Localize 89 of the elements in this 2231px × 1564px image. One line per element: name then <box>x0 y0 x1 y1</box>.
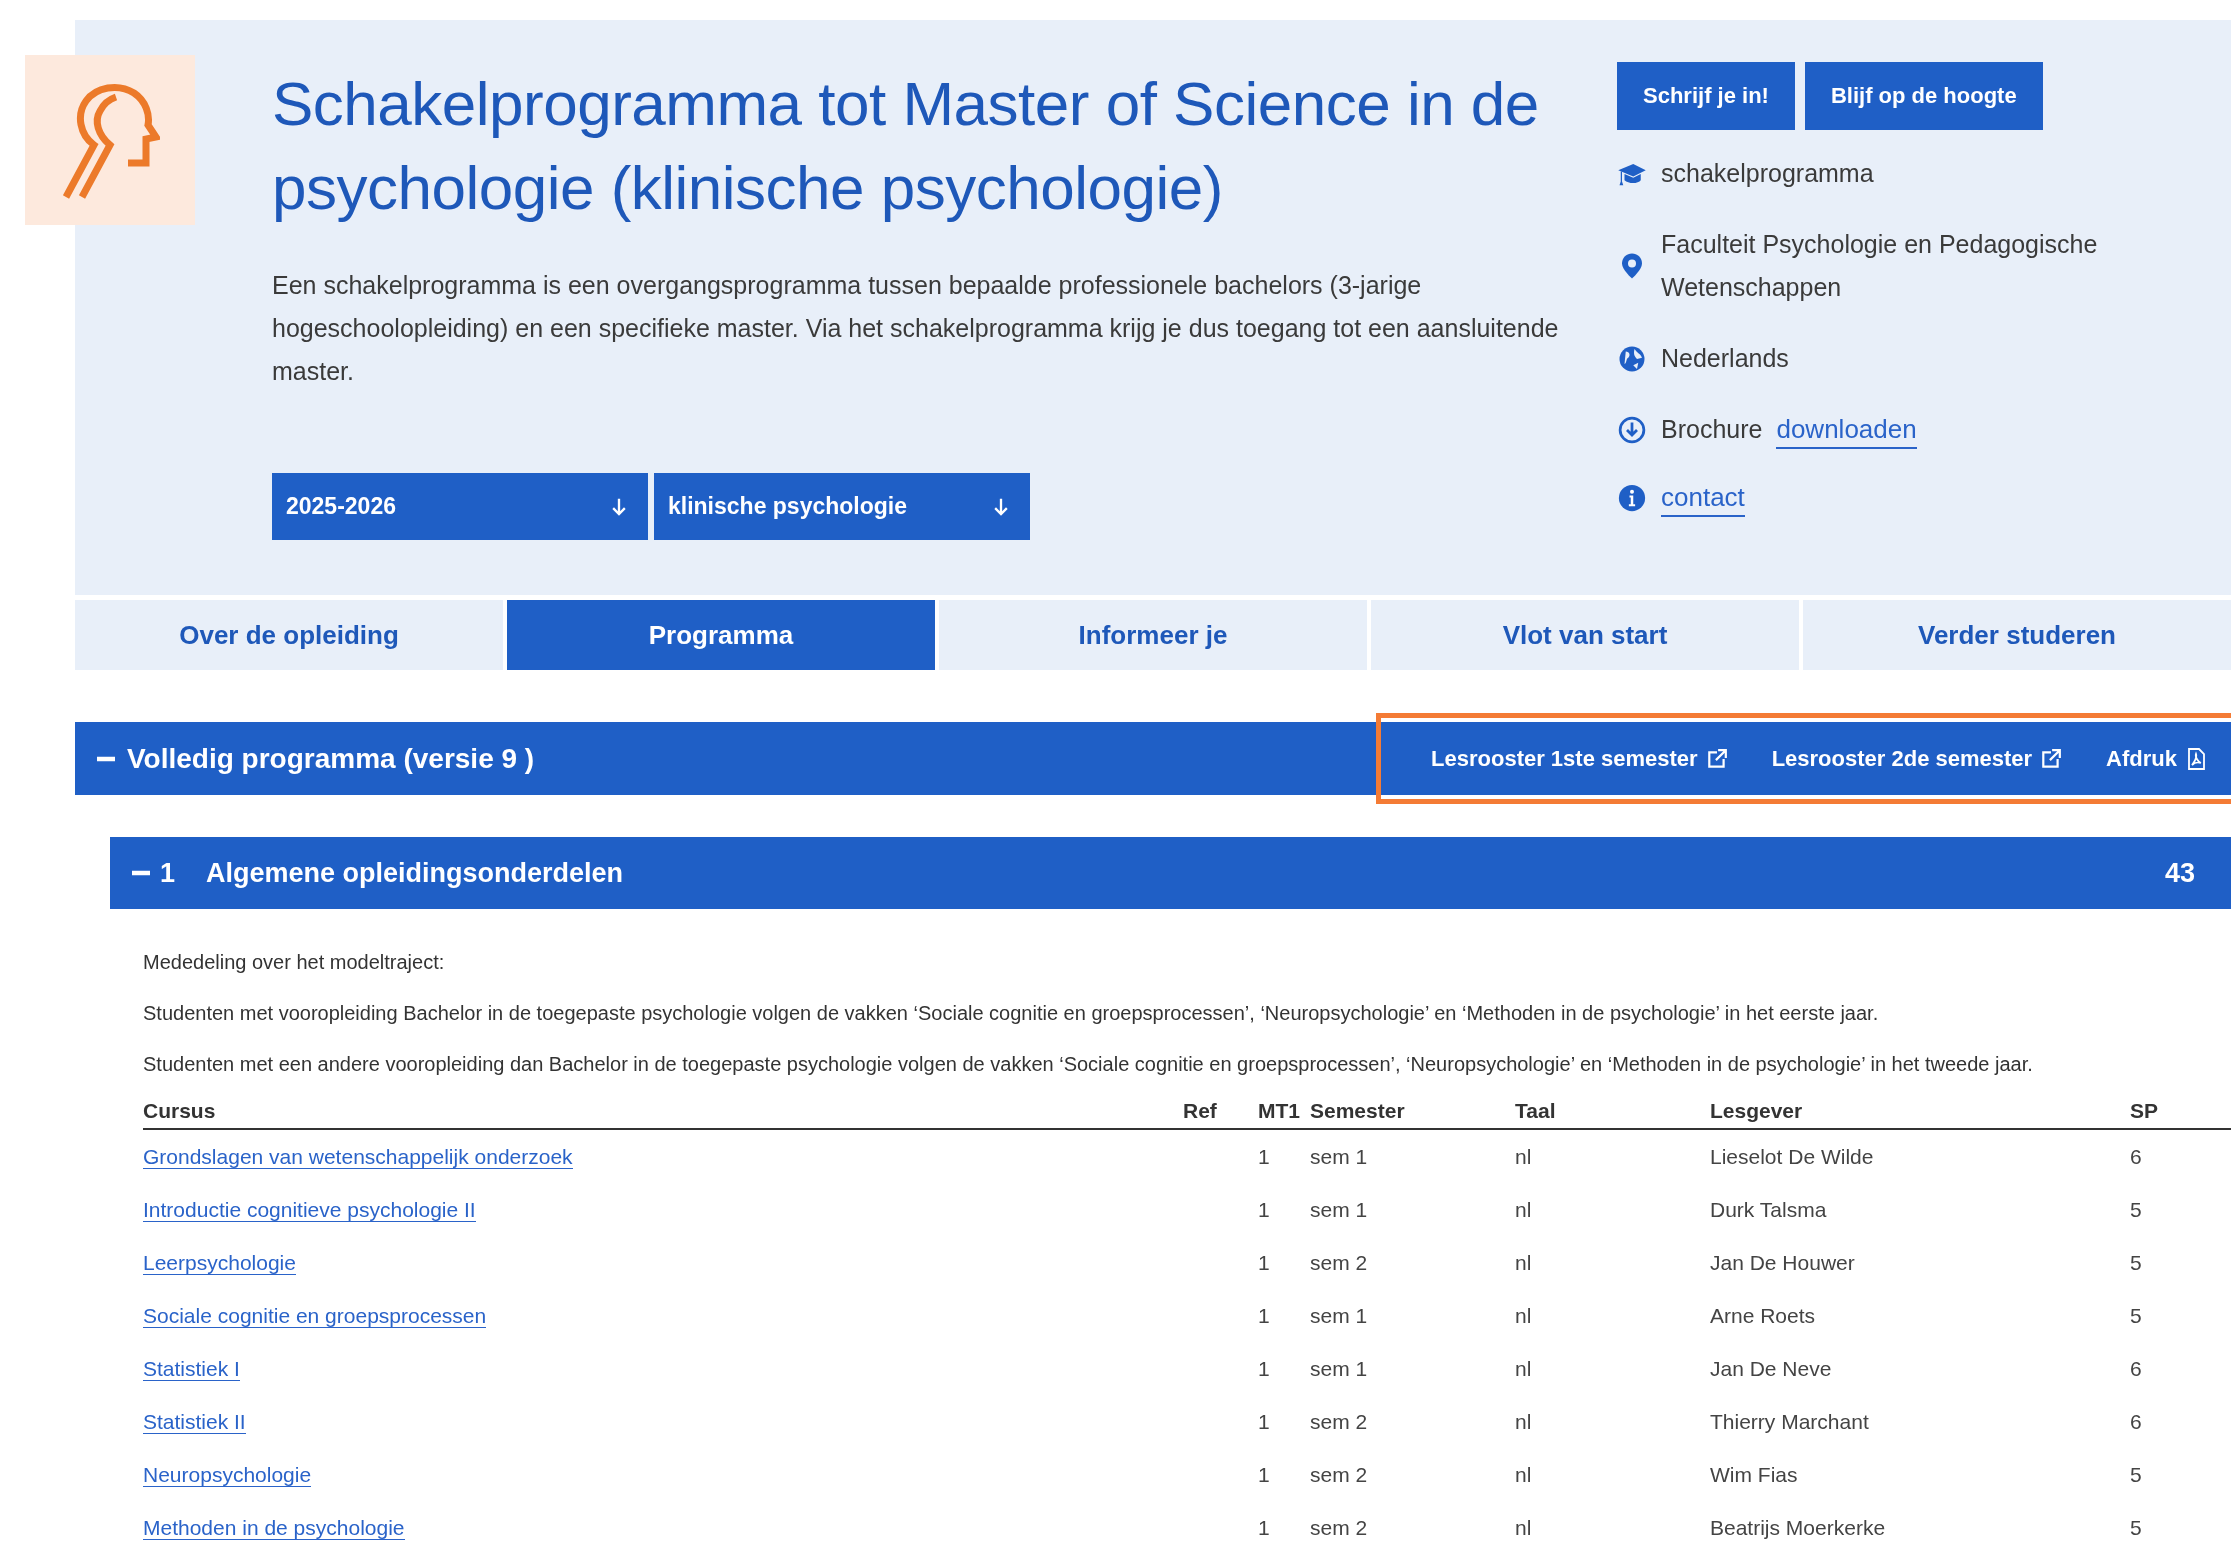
table-cell: 1 <box>1258 1144 1270 1168</box>
table-cell: Durk Talsma <box>1710 1197 1827 1221</box>
table-cell: 5 <box>2130 1462 2142 1486</box>
nav-tab[interactable]: Vlot van start <box>1371 600 1799 670</box>
table-cell: Jan De Neve <box>1710 1356 1832 1380</box>
course-link[interactable]: Statistiek II <box>143 1409 246 1434</box>
column-header: Cursus <box>143 1099 216 1122</box>
download-icon <box>1617 414 1647 445</box>
table-cell: 5 <box>2130 1303 2142 1327</box>
action-button[interactable]: Schrijf je in! <box>1617 62 1795 130</box>
course-link[interactable]: Methoden in de psychologie <box>143 1515 405 1540</box>
nav-tab[interactable]: Programma <box>507 600 935 670</box>
table-cell: 6 <box>2130 1144 2142 1168</box>
down-arrow-icon <box>994 496 1008 517</box>
table-cell: nl <box>1515 1303 1532 1327</box>
table-cell: 1 <box>1258 1250 1270 1274</box>
page-title: Schakelprogramma tot Master of Science in de psychologie (klinische psychologie) <box>272 68 1540 224</box>
course-link[interactable]: Statistiek I <box>143 1356 240 1381</box>
nav-tab[interactable]: Informeer je <box>939 600 1367 670</box>
info-link[interactable]: downloaden <box>1776 410 1917 449</box>
external-link-icon <box>2040 747 2063 770</box>
table-cell: sem 1 <box>1310 1144 1368 1168</box>
schedule-link[interactable]: Afdruk <box>2106 745 2207 772</box>
table-cell: 5 <box>2130 1197 2142 1221</box>
table-cell: 5 <box>2130 1515 2142 1539</box>
course-link[interactable]: Leerpsychologie <box>143 1250 296 1275</box>
column-header: Taal <box>1515 1099 1556 1122</box>
nav-tab[interactable]: Over de opleiding <box>75 600 503 670</box>
action-button[interactable]: Blijf op de hoogte <box>1804 62 2043 130</box>
external-link-icon <box>1705 747 1728 770</box>
notice-text: Studenten met vooropleiding Bachelor in de toegepaste psychologie volgen de vakken ‘Sociale cognitie en groepsprocessen’, ‘Neuropsychologie’ en ‘Methoden in de psychologie’ in het eerste jaar. <box>143 1001 1880 1026</box>
table-cell: nl <box>1515 1462 1532 1486</box>
info-text: Brochure <box>1661 414 1763 445</box>
info-icon <box>1617 483 1647 513</box>
table-cell: sem 2 <box>1310 1250 1368 1274</box>
course-link[interactable]: Grondslagen van wetenschappelijk onderzoek <box>143 1144 573 1169</box>
table-cell: Lieselot De Wilde <box>1710 1144 1874 1168</box>
dropdown[interactable]: klinische psychologie <box>654 473 1030 540</box>
course-link[interactable]: Introductie cognitieve psychologie II <box>143 1197 476 1222</box>
table-cell: sem 2 <box>1310 1515 1368 1539</box>
info-link[interactable]: contact <box>1661 479 1745 517</box>
pdf-file-icon <box>2185 747 2207 770</box>
column-header: SP <box>2130 1099 2158 1122</box>
table-cell: nl <box>1515 1144 1532 1168</box>
table-cell: 1 <box>1258 1515 1270 1539</box>
notice-text: Mededeling over het modeltraject: <box>143 950 446 975</box>
info-text: schakelprogramma <box>1661 158 1874 189</box>
section-title: Algemene opleidingsonderdelen <box>206 857 625 889</box>
program-title: Volledig programma (versie 9 ) <box>127 742 535 775</box>
table-cell: Beatrijs Moerkerke <box>1710 1515 1886 1539</box>
column-header: Ref <box>1183 1099 1217 1122</box>
course-link[interactable]: Neuropsychologie <box>143 1462 312 1487</box>
table-cell: 1 <box>1258 1303 1270 1327</box>
table-cell: 1 <box>1258 1409 1270 1433</box>
table-cell: Wim Fias <box>1710 1462 1798 1486</box>
table-cell: 5 <box>2130 1250 2142 1274</box>
table-cell: nl <box>1515 1356 1532 1380</box>
schedule-link[interactable]: Lesrooster 2de semester <box>1771 745 2063 772</box>
table-cell: sem 2 <box>1310 1409 1368 1433</box>
notice-text: Studenten met een andere vooropleiding dan Bachelor in de toegepaste psychologie volgen de vakken ‘Sociale cognitie en groepsprocessen’, ‘Neuropsychologie’ en ‘Methoden in de psychologie’ in het tweede jaar. <box>143 1052 2034 1077</box>
table-cell: sem 1 <box>1310 1303 1368 1327</box>
nav-tab[interactable]: Verder studeren <box>1803 600 2231 670</box>
dropdown[interactable]: 2025-2026 <box>272 473 648 540</box>
table-cell: sem 2 <box>1310 1462 1368 1486</box>
section-credits: 43 <box>2164 857 2195 889</box>
table-cell: nl <box>1515 1197 1532 1221</box>
table-cell: Thierry Marchant <box>1710 1409 1869 1433</box>
section-number: 1 <box>160 857 177 889</box>
column-header: Lesgever <box>1710 1099 1803 1122</box>
info-text: Faculteit Psychologie en Pedagogische Wetenschappen <box>1661 229 2099 303</box>
table-cell: nl <box>1515 1515 1532 1539</box>
table-cell: sem 1 <box>1310 1197 1368 1221</box>
down-arrow-icon <box>612 496 626 517</box>
table-cell: Arne Roets <box>1710 1303 1816 1327</box>
table-cell: 6 <box>2130 1356 2142 1380</box>
table-cell: sem 1 <box>1310 1356 1368 1380</box>
table-cell: 6 <box>2130 1409 2142 1433</box>
column-header: Semester <box>1310 1099 1405 1122</box>
program-description: Een schakelprogramma is een overgangsprogramma tussen bepaalde professionele bachelors (3-jarige hogeschoolopleiding) en een specifieke master. Via het schakelprogramma krijg je dus toegang tot een aansluitende master. <box>272 270 1560 387</box>
table-cell: 1 <box>1258 1462 1270 1486</box>
info-text: Nederlands <box>1661 343 1789 374</box>
table-cell: 1 <box>1258 1356 1270 1380</box>
table-cell: nl <box>1515 1250 1532 1274</box>
course-link[interactable]: Sociale cognitie en groepsprocessen <box>143 1303 487 1328</box>
schedule-link[interactable]: Lesrooster 1ste semester <box>1431 745 1728 772</box>
table-cell: nl <box>1515 1409 1532 1433</box>
column-header: MT1 <box>1258 1099 1300 1122</box>
table-cell: 1 <box>1258 1197 1270 1221</box>
table-cell: Jan De Houwer <box>1710 1250 1855 1274</box>
